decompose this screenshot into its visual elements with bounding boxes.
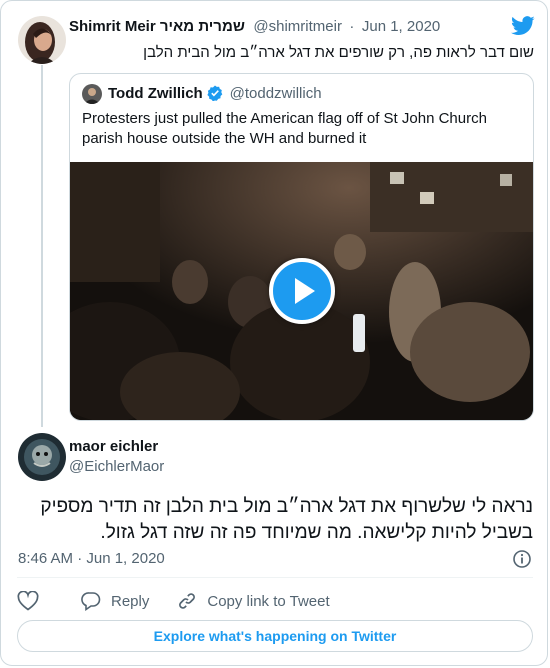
verified-badge-icon [207,85,223,102]
copy-link-label: Copy link to Tweet [207,592,330,610]
shimrit-display-name[interactable]: Shimrit Meir שמרית מאיר [69,18,245,35]
maor-display-name[interactable]: maor eichler [69,438,158,455]
maor-handle[interactable]: @EichlerMaor [69,458,164,475]
shimrit-avatar[interactable] [18,16,66,64]
maor-text-line-1: נראה לי שלשרוף את דגל ארה״ב מול בית הלבן… [40,496,533,517]
maor-tweet-text: נראה לי שלשרוף את דגל ארה״ב מול בית הלבן… [19,494,533,546]
copy-link-button[interactable]: Copy link to Tweet [177,591,330,611]
maor-avatar[interactable] [18,433,66,481]
todd-avatar [82,84,102,104]
todd-handle: @toddzwillich [229,85,322,102]
play-icon[interactable] [269,258,335,324]
action-bar: Reply Copy link to Tweet [17,589,358,613]
quoted-tweet-text: Protesters just pulled the American flag… [82,110,487,147]
heart-icon [17,591,39,611]
maor-text-line-2: בשביל להיות קלישאה. מה שמיוחד פה זה שזה … [100,522,533,543]
embedded-tweet-card: Shimrit Meir שמרית מאיר @shimritmeir · J… [0,0,548,666]
video-thumbnail[interactable] [70,162,533,420]
shimrit-tweet-text: שום דבר לראות פה, רק שורפים את דגל ארה״ב… [143,44,534,61]
info-icon[interactable] [512,549,532,569]
reply-timestamp[interactable]: 8:46 AM · Jun 1, 2020 [18,550,165,567]
link-icon [179,593,196,609]
shimrit-handle[interactable]: @shimritmeir [253,18,342,35]
quoted-tweet[interactable]: Todd Zwillich @toddzwillich Protesters j… [69,73,534,421]
reply-button[interactable]: Reply [81,591,149,611]
todd-display-name: Todd Zwillich [108,85,203,102]
quoted-header: Todd Zwillich @toddzwillich [108,85,322,103]
twitter-bird-icon[interactable] [511,16,535,36]
tweet-header: Shimrit Meir שמרית מאיר @shimritmeir · J… [69,18,440,36]
reply-icon [81,592,101,611]
divider [17,577,533,578]
like-button[interactable] [17,591,49,611]
reply-label: Reply [111,592,150,610]
shimrit-date[interactable]: Jun 1, 2020 [362,18,440,35]
header-separator: · [349,18,355,35]
explore-button[interactable]: Explore what's happening on Twitter [17,620,533,652]
thread-line [41,65,43,427]
